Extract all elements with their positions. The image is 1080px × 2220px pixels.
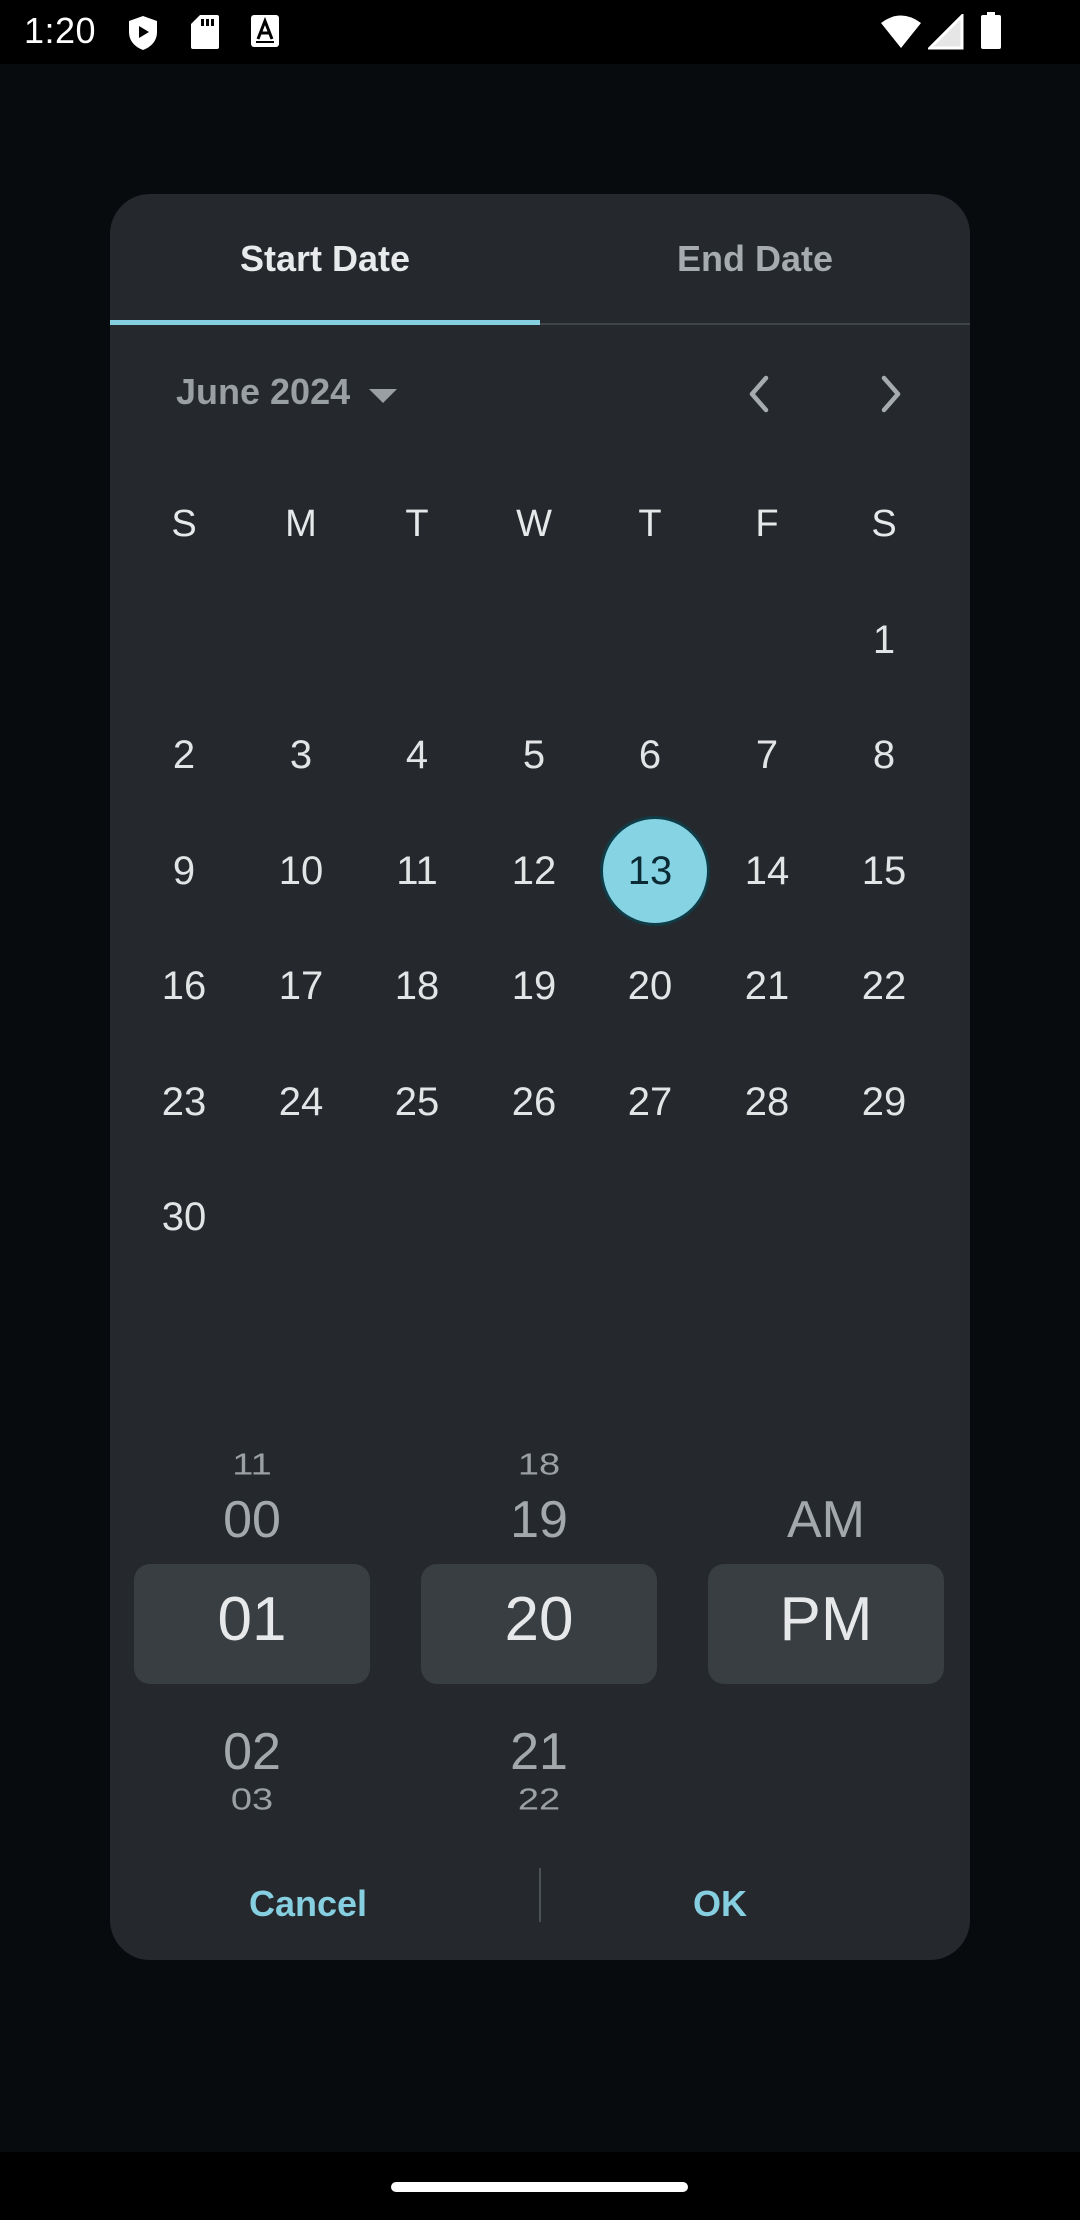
period-selected[interactable]: PM bbox=[708, 1584, 944, 1655]
tab-bar: Start Date End Date bbox=[110, 194, 970, 326]
tab-start-date[interactable]: Start Date bbox=[110, 194, 540, 324]
calendar-day[interactable]: 10 bbox=[243, 821, 359, 921]
calendar-day[interactable]: 26 bbox=[476, 1052, 592, 1152]
chevron-left-icon bbox=[749, 375, 769, 413]
signal-icon bbox=[926, 12, 964, 55]
period-option[interactable]: AM bbox=[708, 1490, 944, 1550]
calendar-day[interactable]: 22 bbox=[826, 937, 942, 1037]
calendar-day[interactable]: 11 bbox=[359, 821, 475, 921]
dropdown-arrow-icon bbox=[368, 371, 398, 413]
weekday-label: F bbox=[755, 502, 779, 545]
minute-option[interactable]: 19 bbox=[421, 1490, 657, 1550]
date-range-picker-dialog: Start Date End Date June 2024 S M T W T … bbox=[110, 194, 970, 1960]
calendar-day[interactable]: 1 bbox=[826, 590, 942, 690]
calendar-day[interactable]: 17 bbox=[243, 937, 359, 1037]
calendar-day[interactable]: 6 bbox=[592, 706, 708, 806]
calendar-day[interactable]: 4 bbox=[359, 706, 475, 806]
calendar-week-row: 1 bbox=[126, 590, 942, 690]
calendar-day[interactable]: 20 bbox=[592, 937, 708, 1037]
battery-icon bbox=[980, 12, 1002, 55]
calendar-day[interactable]: 29 bbox=[826, 1052, 942, 1152]
status-right-icons bbox=[880, 0, 1080, 64]
weekday-header: S M T W T F S bbox=[126, 474, 942, 574]
ok-button[interactable]: OK bbox=[560, 1864, 880, 1944]
system-navigation-bar bbox=[0, 2152, 1080, 2220]
calendar-day[interactable]: 7 bbox=[709, 706, 825, 806]
calendar-day[interactable]: 5 bbox=[476, 706, 592, 806]
hour-option[interactable]: 11 bbox=[134, 1448, 370, 1482]
weekday-label: S bbox=[871, 502, 897, 545]
text-a-icon bbox=[250, 14, 280, 53]
calendar-day[interactable]: 14 bbox=[709, 821, 825, 921]
calendar-day[interactable]: 15 bbox=[826, 821, 942, 921]
calendar-week-row: 23 24 25 26 27 28 29 bbox=[126, 1052, 942, 1152]
next-month-button[interactable] bbox=[866, 370, 914, 418]
minute-option[interactable]: 21 bbox=[421, 1722, 657, 1782]
hour-option[interactable]: 02 bbox=[134, 1722, 370, 1782]
calendar-day-selected[interactable]: 13 bbox=[592, 821, 708, 921]
status-time: 1:20 bbox=[24, 10, 97, 51]
hour-option[interactable]: 03 bbox=[134, 1783, 370, 1817]
month-year-label: June 2024 bbox=[176, 371, 351, 412]
calendar-day[interactable]: 18 bbox=[359, 937, 475, 1037]
calendar-day[interactable]: 24 bbox=[243, 1052, 359, 1152]
calendar-day[interactable]: 25 bbox=[359, 1052, 475, 1152]
calendar-week-row: 9 10 11 12 13 14 15 bbox=[126, 821, 942, 921]
wifi-icon bbox=[880, 14, 922, 55]
tab-indicator bbox=[110, 320, 540, 325]
weekday-label: T bbox=[638, 502, 662, 545]
action-divider bbox=[539, 1868, 541, 1922]
calendar-day[interactable]: 30 bbox=[126, 1168, 242, 1268]
status-bar: 1:20 bbox=[0, 0, 1080, 64]
calendar-day[interactable]: 28 bbox=[709, 1052, 825, 1152]
weekday-label: W bbox=[516, 502, 552, 545]
chevron-right-icon bbox=[881, 375, 901, 413]
calendar-day[interactable]: 2 bbox=[126, 706, 242, 806]
calendar-day[interactable]: 16 bbox=[126, 937, 242, 1037]
calendar-week-row: 30 bbox=[126, 1168, 942, 1268]
tab-end-date[interactable]: End Date bbox=[540, 194, 970, 324]
month-year-selector[interactable]: June 2024 bbox=[176, 366, 398, 418]
calendar-day[interactable]: 19 bbox=[476, 937, 592, 1037]
calendar-week-row: 16 17 18 19 20 21 22 bbox=[126, 937, 942, 1037]
previous-month-button[interactable] bbox=[736, 370, 784, 418]
hour-selected[interactable]: 01 bbox=[134, 1584, 370, 1655]
weekday-label: T bbox=[405, 502, 429, 545]
minute-selected[interactable]: 20 bbox=[421, 1584, 657, 1655]
calendar-day[interactable]: 21 bbox=[709, 937, 825, 1037]
calendar-day[interactable]: 12 bbox=[476, 821, 592, 921]
shield-play-icon bbox=[126, 14, 160, 57]
weekday-label: S bbox=[171, 502, 197, 545]
calendar-day[interactable]: 9 bbox=[126, 821, 242, 921]
calendar-day[interactable]: 27 bbox=[592, 1052, 708, 1152]
minute-option[interactable]: 18 bbox=[421, 1448, 657, 1482]
sd-card-icon bbox=[190, 14, 220, 55]
calendar-week-row: 2345678 bbox=[126, 706, 942, 806]
minute-option[interactable]: 22 bbox=[421, 1783, 657, 1817]
calendar-day[interactable]: 8 bbox=[826, 706, 942, 806]
weekday-label: M bbox=[285, 502, 317, 545]
calendar-day[interactable]: 3 bbox=[243, 706, 359, 806]
home-gesture-handle[interactable] bbox=[391, 2182, 688, 2192]
hour-option[interactable]: 00 bbox=[134, 1490, 370, 1550]
cancel-button[interactable]: Cancel bbox=[148, 1864, 468, 1944]
calendar-day[interactable]: 23 bbox=[126, 1052, 242, 1152]
